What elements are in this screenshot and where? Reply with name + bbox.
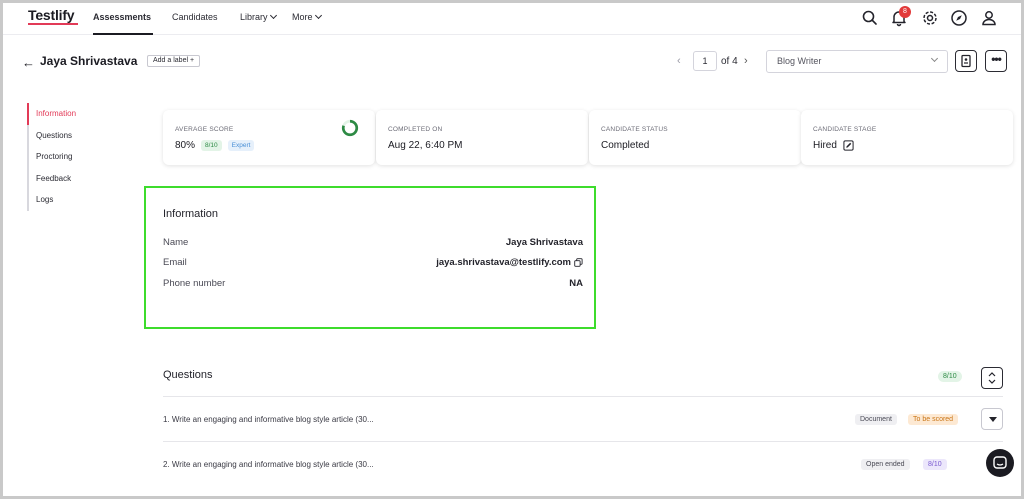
candidate-status-card: CANDIDATE STATUS Completed	[589, 110, 801, 165]
question-score-tag: 8/10	[923, 459, 947, 470]
info-key-email: Email	[163, 257, 187, 268]
nav-more[interactable]: More	[292, 11, 322, 22]
sidebar-item-feedback[interactable]: Feedback	[27, 167, 107, 189]
sidebar-item-information[interactable]: Information	[27, 103, 107, 125]
average-score-card: AVERAGE SCORE 80% 8/10 Expert	[163, 110, 375, 165]
info-value-email-text: jaya.shrivastava@testlify.com	[436, 257, 571, 268]
add-label-button[interactable]: Add a label +	[147, 55, 201, 67]
nav-candidates-label: Candidates	[172, 12, 218, 22]
expand-collapse-button[interactable]	[981, 367, 1003, 389]
app-frame: Testlify Assessments Candidates Library …	[3, 3, 1021, 496]
nav-assessments-label: Assessments	[93, 12, 152, 22]
section-sidebar: Information Questions Proctoring Feedbac…	[27, 103, 107, 211]
sidebar-item-proctoring[interactable]: Proctoring	[27, 146, 107, 168]
sidebar-item-questions[interactable]: Questions	[27, 124, 107, 146]
role-select[interactable]: Blog Writer	[766, 50, 948, 73]
page-total: of 4	[721, 56, 738, 67]
chat-button[interactable]	[986, 449, 1014, 477]
info-key-phone: Phone number	[163, 278, 226, 289]
testlify-logo[interactable]: Testlify	[28, 7, 75, 23]
nav-assessments[interactable]: Assessments	[93, 12, 151, 22]
info-value-email: jaya.shrivastava@testlify.com	[436, 257, 583, 268]
info-value-phone: NA	[569, 278, 583, 289]
notification-badge: 8	[899, 6, 911, 18]
nav-library-label: Library	[240, 12, 268, 22]
questions-score-badge: 8/10	[938, 371, 962, 382]
divider	[163, 396, 1003, 397]
caret-down-icon	[989, 417, 997, 422]
average-score-value-row: 80% 8/10 Expert	[175, 140, 255, 151]
divider	[163, 441, 1003, 442]
report-button[interactable]	[955, 50, 977, 72]
question-row-2[interactable]: 2. Write an engaging and informative blo…	[163, 460, 374, 469]
sidebar-item-logs[interactable]: Logs	[27, 189, 107, 211]
question-type-tag: Open ended	[861, 459, 910, 470]
next-page-icon[interactable]: ›	[744, 55, 748, 67]
page-number-input[interactable]: 1	[693, 51, 717, 71]
edit-icon[interactable]	[843, 140, 854, 151]
candidate-stage-value: Hired	[813, 140, 837, 151]
candidate-status-value: Completed	[601, 140, 650, 151]
compass-icon[interactable]	[950, 9, 968, 27]
question-type-tag: Document	[855, 414, 897, 425]
unfold-icon	[988, 372, 996, 384]
info-value-phone-text: NA	[569, 278, 583, 289]
completed-on-card: COMPLETED ON Aug 22, 6:40 PM	[376, 110, 588, 165]
completed-on-label: COMPLETED ON	[388, 126, 443, 133]
average-score-value: 80%	[175, 140, 196, 151]
top-nav: Testlify Assessments Candidates Library …	[3, 3, 1021, 35]
chevron-down-icon	[269, 11, 277, 20]
more-options-button[interactable]: •••	[985, 50, 1007, 72]
info-value-name-text: Jaya Shrivastava	[505, 237, 583, 248]
role-select-value: Blog Writer	[777, 56, 822, 66]
completed-on-value: Aug 22, 6:40 PM	[388, 140, 463, 151]
question-1-expand-button[interactable]	[981, 408, 1003, 430]
logo-underline	[28, 23, 78, 25]
document-icon	[961, 54, 971, 68]
candidate-stage-value-row: Hired	[813, 140, 854, 151]
info-key-name: Name	[163, 237, 189, 248]
nav-candidates[interactable]: Candidates	[172, 12, 218, 22]
nav-more-label: More	[292, 12, 313, 22]
question-row-1[interactable]: 1. Write an engaging and informative blo…	[163, 415, 374, 424]
average-score-label: AVERAGE SCORE	[175, 126, 234, 133]
candidate-name: Jaya Shrivastava	[40, 54, 138, 68]
question-status-tag: To be scored	[908, 414, 959, 425]
user-icon[interactable]	[980, 9, 998, 27]
prev-page-icon[interactable]: ‹	[677, 55, 681, 67]
score-fraction-badge: 8/10	[201, 140, 222, 151]
chat-icon	[993, 456, 1007, 469]
info-value-name: Jaya Shrivastava	[506, 237, 583, 248]
score-ring-icon	[341, 119, 359, 137]
nav-library[interactable]: Library	[240, 11, 277, 22]
questions-title: Questions	[163, 369, 213, 381]
chevron-down-icon	[930, 54, 939, 63]
nav-active-indicator	[93, 33, 153, 35]
candidate-stage-card: CANDIDATE STAGE Hired	[801, 110, 1013, 165]
back-arrow-icon[interactable]: ←	[22, 55, 35, 70]
copy-icon[interactable]	[574, 258, 583, 267]
gear-icon[interactable]	[921, 9, 939, 27]
information-title: Information	[163, 208, 219, 220]
chevron-down-icon	[314, 11, 322, 20]
ellipsis-icon: •••	[991, 52, 1002, 66]
search-icon[interactable]	[861, 9, 879, 27]
information-section: Information Name Jaya Shrivastava Email …	[144, 186, 596, 329]
candidate-status-label: CANDIDATE STATUS	[601, 126, 668, 133]
candidate-stage-label: CANDIDATE STAGE	[813, 126, 877, 133]
level-badge: Expert	[227, 140, 255, 151]
